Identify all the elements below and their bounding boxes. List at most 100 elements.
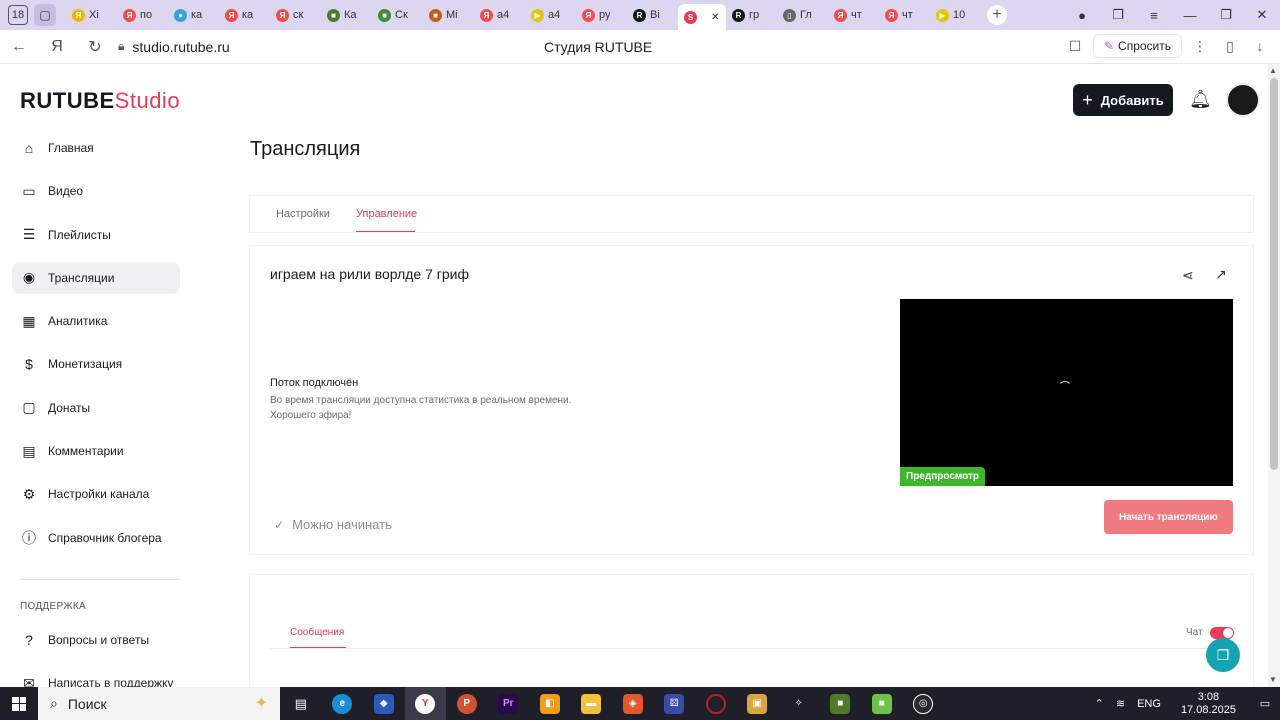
yandex-browser-icon[interactable]: Y xyxy=(404,687,446,720)
browser-tab[interactable]: R Ві xyxy=(627,2,678,28)
sidebar-item[interactable]: $ Монетизация xyxy=(12,348,180,380)
tab-close-icon[interactable]: ✕ xyxy=(711,12,719,23)
system-tray: ⌃ ≋ ENG 3:08 17.08.2025 ▭ xyxy=(1089,687,1280,720)
browser-tab[interactable]: Rгр xyxy=(726,2,777,28)
share-icon[interactable]: ⋖ xyxy=(1182,267,1194,284)
browser-tab[interactable]: Яа4 xyxy=(474,2,525,28)
browser-tab[interactable]: ■ Ка xyxy=(321,2,372,28)
app-orange-icon[interactable]: ◧ xyxy=(529,687,571,720)
sidebar-item-label: Справочник блогера xyxy=(48,530,162,545)
scroll-up-icon[interactable]: ▲ xyxy=(1269,66,1277,75)
browser-tab[interactable]: ▶ а4 xyxy=(525,2,576,28)
browser-tab[interactable]: Ячт xyxy=(879,2,930,28)
browser-tab[interactable]: S ✕ xyxy=(678,4,726,30)
language-indicator[interactable]: ENG xyxy=(1131,698,1167,710)
bell-icon[interactable]: 🔔︎ xyxy=(1189,89,1212,110)
sidebar-item[interactable]: ⌂ Главная xyxy=(12,132,180,164)
browser-tab[interactable]: ▶ 10 xyxy=(930,2,981,28)
download-icon[interactable]: ↓ xyxy=(1248,38,1272,54)
browser-tab[interactable]: Я Хі xyxy=(66,2,117,28)
tab-label: Ка xyxy=(344,9,357,21)
ask-button[interactable]: ✎ Спросить xyxy=(1092,34,1182,58)
file-explorer-icon[interactable]: ▬ xyxy=(571,687,613,720)
clock-time: 3:08 xyxy=(1197,690,1220,703)
clock[interactable]: 3:08 17.08.2025 xyxy=(1167,691,1250,717)
back-icon[interactable]: ← xyxy=(0,38,38,56)
sidebar-item[interactable]: ▭ Видео xyxy=(12,175,180,207)
comment-icon: ▤ xyxy=(22,442,36,459)
tab-overview-icon[interactable]: ▢ xyxy=(34,4,56,26)
sidebar-item[interactable]: ⚙ Настройки канала xyxy=(12,478,180,510)
scroll-down-icon[interactable]: ▼ xyxy=(1269,675,1277,684)
browser-tab[interactable]: Яка xyxy=(219,2,270,28)
collections-icon[interactable]: ❐ xyxy=(1100,7,1136,23)
ready-status: ✓ Можно начинать xyxy=(274,517,392,532)
minecraft-icon[interactable]: ■ xyxy=(820,687,862,720)
browser-tab[interactable]: Яру xyxy=(576,2,627,28)
window-controls: ● ❐ ≡ — ❐ ✕ xyxy=(1064,0,1280,30)
tab-settings[interactable]: Настройки xyxy=(276,208,330,220)
app-star-icon[interactable]: ✧ xyxy=(778,687,820,720)
ask-label: Спросить xyxy=(1118,39,1171,53)
edge-icon[interactable]: e xyxy=(322,687,364,720)
obs-icon[interactable]: ◎ xyxy=(903,687,945,720)
gear-icon: ⚙ xyxy=(22,485,36,502)
tab-label: а4 xyxy=(497,9,510,21)
app-game-icon[interactable]: ▣ xyxy=(737,687,779,720)
powerpoint-icon[interactable]: P xyxy=(446,687,488,720)
app-cube-icon[interactable]: ◆ xyxy=(363,687,405,720)
taskbar-search[interactable]: ⌕ Поиск ✦ xyxy=(38,687,280,720)
avatar[interactable] xyxy=(1226,83,1260,117)
tab-count-badge[interactable]: 18 xyxy=(8,5,28,25)
scroll-thumb[interactable] xyxy=(1270,78,1278,470)
taskbar-apps: ▤ e ◆ Y P Pr ◧ ▬ ◈ ⚄ ▣ ✧ ■ ■ ◎ xyxy=(280,687,944,720)
minimize-icon[interactable]: — xyxy=(1172,8,1208,23)
browser-tab[interactable]: Ячт xyxy=(828,2,879,28)
menu-icon[interactable]: ≡ xyxy=(1136,8,1172,23)
sidebar-item[interactable]: ◉ Трансляции xyxy=(12,261,180,294)
sidebar-item[interactable]: ⓘ Справочник блогера xyxy=(12,522,180,554)
browser-tab[interactable]: ■ Ск xyxy=(372,2,423,28)
help-chat-icon[interactable]: ❐ xyxy=(1206,638,1240,672)
sidebar-item[interactable]: ? Вопросы и ответы xyxy=(12,624,180,656)
tab-management[interactable]: Управление xyxy=(356,208,417,220)
add-button[interactable]: + Добавить xyxy=(1073,84,1173,116)
sidebar-item-label: Вопросы и ответы xyxy=(48,633,150,647)
browser-tab[interactable]: Яск xyxy=(270,2,321,28)
tab-favicon-icon: ▯ xyxy=(783,8,796,22)
external-link-icon[interactable]: ↗ xyxy=(1215,266,1227,283)
sidebar-item[interactable]: ▦ Аналитика xyxy=(12,305,180,337)
tab-label: ка xyxy=(242,9,254,21)
start-stream-button[interactable]: Начать трансляцию xyxy=(1104,500,1233,534)
rutube-studio-logo[interactable]: RUTUBEStudio xyxy=(20,88,180,114)
start-button[interactable] xyxy=(0,687,38,720)
premiere-icon[interactable]: Pr xyxy=(488,687,530,720)
wifi-icon[interactable]: ≋ xyxy=(1110,697,1131,710)
reload-icon[interactable]: ↻ xyxy=(76,37,114,57)
browser-tab[interactable]: ● ка xyxy=(168,2,219,28)
close-icon[interactable]: ✕ xyxy=(1244,7,1280,23)
url-field[interactable]: studio.rutube.ru xyxy=(132,39,229,55)
notifications-icon[interactable]: ▭ xyxy=(1250,697,1280,710)
profile-icon[interactable]: ● xyxy=(1064,8,1100,23)
bookmark-icon[interactable]: ☐ xyxy=(1063,38,1087,55)
browser-tab[interactable]: ▯ Гл xyxy=(777,2,828,28)
app-dice-icon[interactable]: ⚄ xyxy=(654,687,696,720)
browser-tab[interactable]: ■ Mi xyxy=(423,2,474,28)
minecraft-launcher-icon[interactable]: ■ xyxy=(861,687,903,720)
tab-favicon-icon: ■ xyxy=(378,8,391,22)
sidebar-item[interactable]: ☰ Плейлисты xyxy=(12,219,180,251)
more-icon[interactable]: ⋮ xyxy=(1188,38,1212,55)
sidebar-item[interactable]: ▤ Комментарии xyxy=(12,435,180,467)
sidebar-item[interactable]: ▢ Донаты xyxy=(12,392,180,424)
task-view-icon[interactable]: ▤ xyxy=(280,687,322,720)
new-tab-button[interactable]: + xyxy=(987,5,1007,25)
app-shield-icon[interactable]: ◈ xyxy=(612,687,654,720)
app-red-circle-icon[interactable] xyxy=(695,687,737,720)
reader-icon[interactable]: ▯ xyxy=(1218,38,1242,55)
tab-messages[interactable]: Сообщения xyxy=(290,627,344,638)
maximize-icon[interactable]: ❐ xyxy=(1208,7,1244,23)
browser-tab[interactable]: Япо xyxy=(117,2,168,28)
tray-chevron-icon[interactable]: ⌃ xyxy=(1089,697,1110,710)
yandex-icon[interactable]: Я xyxy=(38,38,76,56)
